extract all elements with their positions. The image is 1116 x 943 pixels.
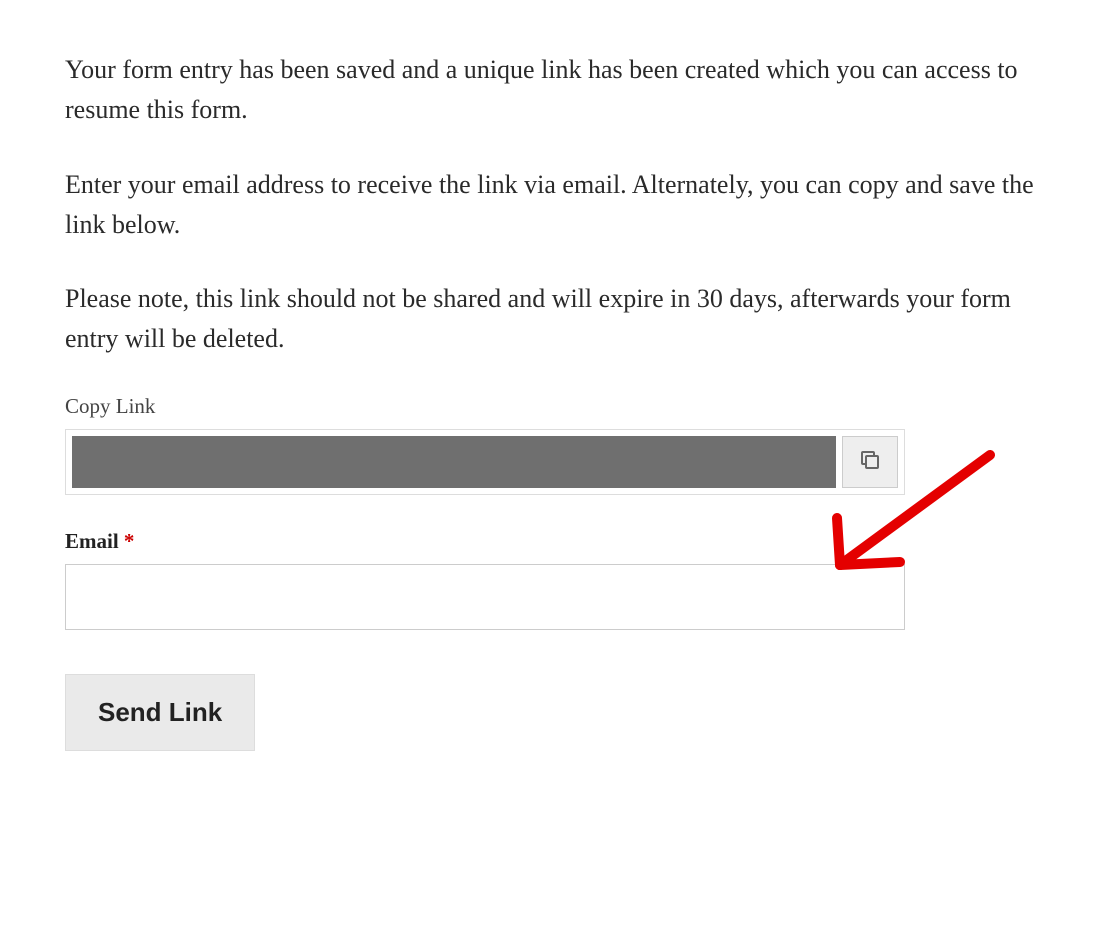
copy-link-input[interactable] [72,436,836,488]
copy-button[interactable] [842,436,898,488]
intro-paragraph-3: Please note, this link should not be sha… [65,279,1051,360]
intro-text: Your form entry has been saved and a uni… [65,50,1051,360]
required-asterisk: * [124,529,135,553]
email-field: Email * [65,529,1051,630]
intro-paragraph-2: Enter your email address to receive the … [65,165,1051,246]
email-label-text: Email [65,529,119,553]
copy-link-row [65,429,905,495]
copy-link-field: Copy Link [65,394,1051,495]
email-input[interactable] [65,564,905,630]
email-label: Email * [65,529,1051,554]
intro-paragraph-1: Your form entry has been saved and a uni… [65,50,1051,131]
send-link-button[interactable]: Send Link [65,674,255,751]
copy-link-label: Copy Link [65,394,1051,419]
copy-icon [858,448,882,475]
